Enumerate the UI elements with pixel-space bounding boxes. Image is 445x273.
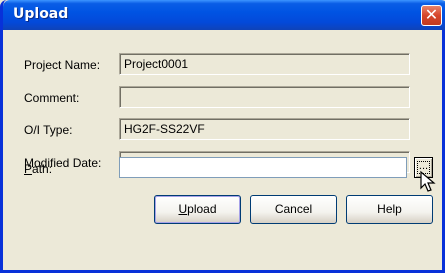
oi-type-label: O/I Type:	[24, 123, 73, 137]
mouse-pointer-icon	[420, 170, 436, 192]
close-button[interactable]: ✕	[421, 5, 442, 26]
help-button[interactable]: Help	[346, 195, 433, 224]
oi-type-field: HG2F-SS22VF	[119, 118, 410, 140]
title-bar[interactable]: Upload ✕	[3, 0, 445, 30]
upload-button-rest: pload	[187, 202, 217, 216]
project-name-label: Project Name:	[24, 58, 101, 72]
close-icon: ✕	[424, 5, 439, 24]
cancel-button[interactable]: Cancel	[250, 195, 337, 224]
path-input[interactable]	[119, 157, 407, 178]
path-label-accel: P	[24, 162, 33, 176]
comment-field	[119, 86, 410, 108]
upload-button[interactable]: Upload	[154, 195, 241, 224]
path-label: Path:	[24, 162, 52, 176]
comment-label: Comment:	[24, 91, 80, 105]
path-label-rest: ath:	[32, 162, 53, 176]
project-name-field: Project0001	[119, 53, 410, 75]
upload-button-accel: U	[178, 202, 188, 216]
window-title: Upload	[13, 6, 69, 22]
